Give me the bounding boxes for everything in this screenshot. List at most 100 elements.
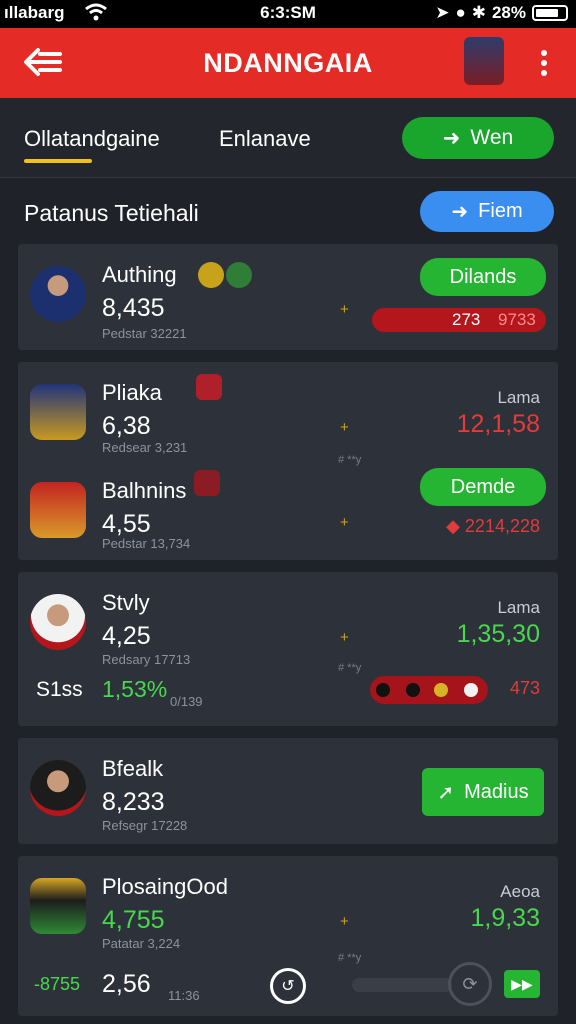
item-name: Balhnins: [102, 478, 187, 503]
player-card[interactable]: Authing 8,435 Pedstar 32221 + Dilands 27…: [18, 244, 558, 350]
player-avatar: [30, 760, 86, 816]
madius-button-label: Madius: [464, 780, 529, 803]
item-name: Pliaka: [102, 380, 162, 405]
club-badge-icon: [226, 262, 252, 288]
madius-button[interactable]: ➚ Madius: [422, 768, 544, 816]
item-name: Bfealk: [102, 756, 164, 781]
club-card[interactable]: PlosaingOod 4,755 Patatar 3,224 + Aeoa 1…: [18, 856, 558, 1016]
list-item[interactable]: Authing 8,435 Pedstar 32221 + Dilands 27…: [18, 248, 558, 341]
club-badge-icon: [194, 470, 220, 496]
item-value: 4,55: [102, 510, 151, 538]
item-right-value-text: 2214,228: [464, 516, 540, 536]
item-subtext: Patatar 3,224: [102, 936, 181, 951]
item-right-value: 12,1,58: [456, 410, 540, 438]
demde-button-label: Demde: [450, 475, 516, 498]
list-item[interactable]: PlosaingOod 4,755 Patatar 3,224 + Aeoa 1…: [18, 860, 558, 964]
extra-label: -8755: [34, 974, 81, 994]
list-item[interactable]: Pliaka 6,38 Redsear 3,231 + Lama 12,1,58…: [18, 366, 558, 466]
tab-secondary[interactable]: Enlanave: [219, 126, 311, 152]
battery-percent: 28%: [491, 3, 526, 22]
dilands-button-label: Dilands: [449, 265, 517, 288]
item-value: 8,233: [102, 788, 165, 816]
dilands-button[interactable]: Dilands: [420, 258, 546, 296]
item-name: Authing: [102, 262, 177, 287]
stat-icons-bar: [370, 676, 488, 704]
player-avatar: [30, 266, 86, 322]
cursor-icon: ➚: [437, 781, 455, 804]
stat-left: 273: [452, 310, 481, 329]
wen-button[interactable]: ➜ Wen: [402, 117, 554, 159]
item-right-label: Lama: [497, 388, 540, 407]
item-right-value: 1,9,33: [470, 904, 540, 932]
diamond-icon: ◆: [446, 516, 460, 536]
item-subtext: Redsary 17713: [102, 652, 191, 667]
list-item[interactable]: Balhnins 4,55 Pedstar 13,734 + Demde ◆ 2…: [18, 464, 558, 554]
player-card[interactable]: Stvly 4,25 Redsary 17713 + Lama 1,35,30 …: [18, 572, 558, 726]
item-right-label: Aeoa: [500, 882, 540, 901]
club-badge-icon: [198, 262, 224, 288]
plus-icon: +: [340, 629, 349, 646]
profile-avatar[interactable]: [464, 37, 504, 85]
tab-primary[interactable]: Ollatandgaine: [24, 126, 160, 152]
item-right-value: 1,35,30: [456, 620, 540, 648]
item-name: Stvly: [102, 590, 150, 615]
wen-button-label: Wen: [470, 126, 514, 149]
extra-value: 2,56: [102, 970, 151, 998]
plus-icon: +: [340, 913, 349, 930]
club-crest: [30, 878, 86, 934]
app-bar: NDANNGAIA: [0, 28, 576, 98]
ball-icon: [406, 683, 420, 697]
item-subtext: Refsegr 17228: [102, 818, 188, 833]
status-bar: ıllabarg 6:3:SM ➤ ● ✱ 28%: [0, 0, 576, 28]
arrow-right-icon: ➜: [442, 126, 461, 150]
location-icon: ➤: [435, 3, 450, 22]
extra-subtext: 0/139: [170, 694, 203, 709]
refresh-icon[interactable]: ⟳: [448, 962, 492, 1006]
item-value: 4,755: [102, 906, 165, 934]
forward-button[interactable]: ▶▶: [504, 970, 540, 998]
list-item[interactable]: Stvly 4,25 Redsary 17713 + Lama 1,35,30 …: [18, 576, 558, 674]
player-card[interactable]: Bfealk 8,233 Refsegr 17228 ➚ Madius: [18, 738, 558, 844]
plus-icon: +: [340, 514, 349, 531]
ball-icon: [464, 683, 478, 697]
timer-icon[interactable]: ↺: [270, 968, 306, 1004]
item-subtext: Pedstar 32221: [102, 326, 187, 341]
item-right-value: ◆ 2214,228: [446, 516, 540, 537]
tab-bar: Ollatandgaine Enlanave ➜ Wen: [0, 98, 576, 178]
fiem-button[interactable]: ➜ Fiem: [420, 191, 554, 232]
section-title: Patanus Tetiehali: [24, 200, 199, 226]
item-note: # **y: [338, 952, 362, 964]
club-badge-icon: [196, 374, 222, 400]
player-avatar: [30, 594, 86, 650]
plus-icon: +: [340, 419, 349, 436]
extra-label: S1ss: [36, 678, 83, 701]
star-icon: [434, 683, 448, 697]
alarm-icon: ●: [455, 3, 466, 22]
progress-track: [352, 978, 452, 992]
arrow-right-icon: ➜: [451, 201, 469, 223]
item-note: # **y: [338, 662, 362, 674]
item-name: PlosaingOod: [102, 874, 228, 899]
fiem-button-label: Fiem: [478, 200, 523, 222]
battery-icon: [532, 5, 568, 21]
extra-right-value: 473: [509, 678, 540, 698]
item-subtext: Pedstar 13,734: [102, 536, 191, 551]
more-options-icon[interactable]: [534, 48, 554, 78]
stat-right: 9733: [498, 310, 536, 329]
extra-value: 1,53%: [102, 676, 168, 702]
club-crest: [30, 384, 86, 440]
item-value: 6,38: [102, 412, 151, 440]
club-card[interactable]: Pliaka 6,38 Redsear 3,231 + Lama 12,1,58…: [18, 362, 558, 560]
plus-icon: +: [340, 301, 349, 318]
item-value: 8,435: [102, 294, 165, 322]
demde-button[interactable]: Demde: [420, 468, 546, 506]
item-value: 4,25: [102, 622, 151, 650]
item-subtext: Redsear 3,231: [102, 440, 188, 455]
active-tab-indicator: [24, 159, 92, 163]
club-crest: [30, 482, 86, 538]
extra-subtext: 11:36: [168, 988, 200, 1003]
list-item[interactable]: Bfealk 8,233 Refsegr 17228 ➚ Madius: [18, 742, 558, 833]
item-right-label: Lama: [497, 598, 540, 617]
bluetooth-icon: ✱: [471, 3, 486, 22]
fast-forward-icon: ▶▶: [511, 975, 533, 992]
